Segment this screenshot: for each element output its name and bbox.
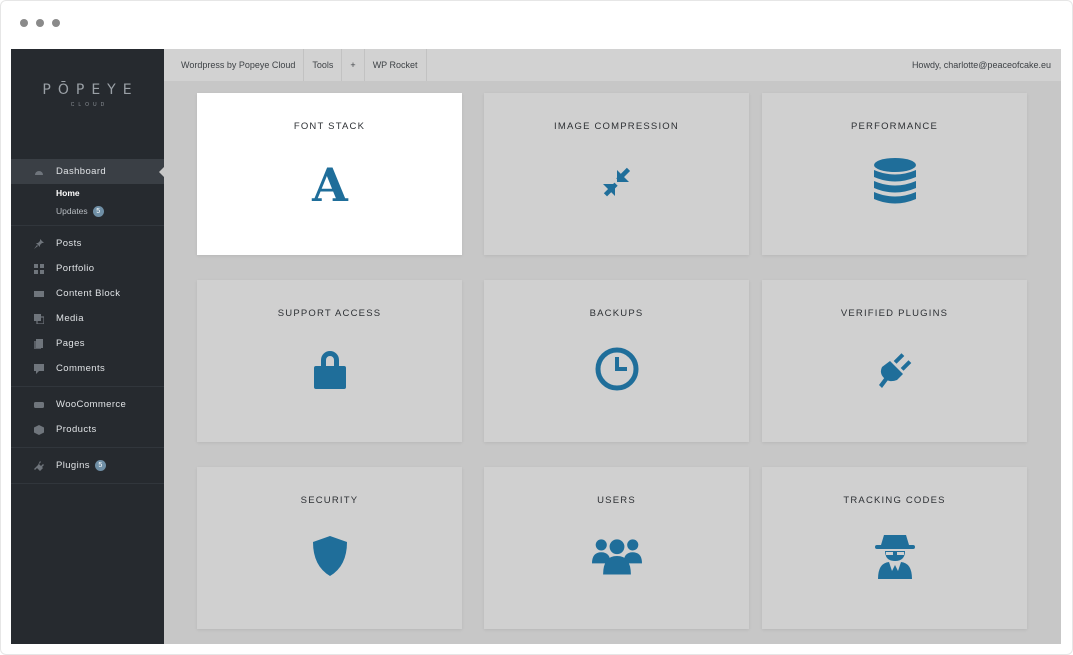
sidebar-menu: Dashboard Home Updates 5 Posts Portfolio… xyxy=(11,159,165,489)
sidebar-item-dashboard[interactable]: Dashboard xyxy=(11,159,165,184)
card-title: SECURITY xyxy=(300,495,359,506)
window-controls xyxy=(20,19,60,27)
spy-icon xyxy=(870,531,920,581)
sidebar-item-label: Content Block xyxy=(56,288,121,299)
shield-icon xyxy=(305,531,355,581)
topbar-tools[interactable]: Tools xyxy=(304,49,343,81)
submenu-item-home[interactable]: Home xyxy=(11,184,164,202)
card-support-access[interactable]: SUPPORT ACCESS xyxy=(197,280,462,442)
sidebar-item-woocommerce[interactable]: WooCommerce xyxy=(11,392,164,417)
card-title: FONT STACK xyxy=(293,121,366,132)
sidebar-item-label: Plugins xyxy=(56,460,90,471)
plugins-count-badge: 5 xyxy=(94,460,106,471)
sidebar-item-label: Pages xyxy=(56,338,85,349)
sidebar-divider xyxy=(11,447,164,448)
sidebar-item-pages[interactable]: Pages xyxy=(11,331,164,356)
card-title: TRACKING CODES xyxy=(843,495,946,506)
card-font-stack[interactable]: FONT STACK A xyxy=(197,93,462,255)
card-image-compression[interactable]: IMAGE COMPRESSION xyxy=(484,93,749,255)
admin-topbar: Wordpress by Popeye Cloud Tools + WP Roc… xyxy=(164,49,1061,81)
plug-icon xyxy=(34,460,44,471)
sidebar-item-label: Posts xyxy=(56,238,82,249)
browser-window: PŌPEYE CLOUD Dashboard Home Updates 5 Po… xyxy=(0,0,1073,655)
card-performance[interactable]: PERFORMANCE xyxy=(762,93,1027,255)
card-title: BACKUPS xyxy=(589,308,644,319)
sidebar-divider xyxy=(11,386,164,387)
sidebar-divider xyxy=(11,483,164,484)
sidebar-divider xyxy=(11,225,164,226)
sidebar-item-products[interactable]: Products xyxy=(11,417,164,442)
box-icon xyxy=(34,424,44,435)
sidebar-item-portfolio[interactable]: Portfolio xyxy=(11,256,164,281)
sidebar-item-media[interactable]: Media xyxy=(11,306,164,331)
card-backups[interactable]: BACKUPS xyxy=(484,280,749,442)
clock-icon xyxy=(592,344,642,394)
card-security[interactable]: SECURITY xyxy=(197,467,462,629)
popeye-logo[interactable]: PŌPEYE CLOUD xyxy=(11,82,164,108)
sidebar-item-label: Products xyxy=(56,424,97,435)
sidebar-item-plugins[interactable]: Plugins 5 xyxy=(11,453,164,478)
sidebar-item-label: WooCommerce xyxy=(56,399,127,410)
card-title: VERIFIED PLUGINS xyxy=(840,308,949,319)
window-dot-1[interactable] xyxy=(20,19,28,27)
submenu-item-label: Updates xyxy=(56,206,88,216)
topbar-wp-rocket[interactable]: WP Rocket xyxy=(365,49,427,81)
woo-icon xyxy=(34,400,44,410)
window-dot-3[interactable] xyxy=(52,19,60,27)
updates-count-badge: 5 xyxy=(92,205,104,217)
card-title: PERFORMANCE xyxy=(850,121,939,132)
topbar-site-name[interactable]: Wordpress by Popeye Cloud xyxy=(164,49,305,81)
sidebar-item-label: Portfolio xyxy=(56,263,95,274)
database-icon xyxy=(870,157,920,207)
card-title: USERS xyxy=(597,495,636,506)
card-tracking-codes[interactable]: TRACKING CODES xyxy=(762,467,1027,629)
card-users[interactable]: USERS xyxy=(484,467,749,629)
admin-screen: PŌPEYE CLOUD Dashboard Home Updates 5 Po… xyxy=(11,49,1061,644)
card-title: IMAGE COMPRESSION xyxy=(554,121,679,132)
card-title: SUPPORT ACCESS xyxy=(277,308,382,319)
svg-text:A: A xyxy=(311,158,349,207)
sidebar-item-content-block[interactable]: Content Block xyxy=(11,281,164,306)
dashboard-icon xyxy=(34,167,44,177)
window-dot-2[interactable] xyxy=(36,19,44,27)
plug-icon xyxy=(870,344,920,394)
grid-icon xyxy=(34,263,44,274)
compress-icon xyxy=(592,157,642,207)
user-greeting[interactable]: Howdy, charlotte@peaceofcake.eu xyxy=(912,60,1061,70)
submenu-item-label: Home xyxy=(56,188,80,198)
sidebar-item-label: Dashboard xyxy=(56,166,107,177)
card-verified-plugins[interactable]: VERIFIED PLUGINS xyxy=(762,280,1027,442)
comment-icon xyxy=(34,363,44,374)
font-icon: A xyxy=(305,157,355,207)
pages-icon xyxy=(34,338,44,349)
block-icon xyxy=(34,289,44,299)
submenu-item-updates[interactable]: Updates 5 xyxy=(11,202,164,220)
sidebar-item-comments[interactable]: Comments xyxy=(11,356,164,381)
logo-wordmark: PŌPEYE xyxy=(42,82,139,98)
users-icon xyxy=(591,531,642,581)
sidebar-item-posts[interactable]: Posts xyxy=(11,231,164,256)
lock-icon xyxy=(305,344,355,394)
topbar-new-button[interactable]: + xyxy=(342,49,365,81)
admin-sidebar: PŌPEYE CLOUD Dashboard Home Updates 5 Po… xyxy=(11,49,165,644)
logo-subtitle: CLOUD xyxy=(70,102,109,108)
media-icon xyxy=(34,313,44,324)
sidebar-item-label: Comments xyxy=(56,363,106,374)
sidebar-item-label: Media xyxy=(56,313,84,324)
pin-icon xyxy=(34,238,44,249)
